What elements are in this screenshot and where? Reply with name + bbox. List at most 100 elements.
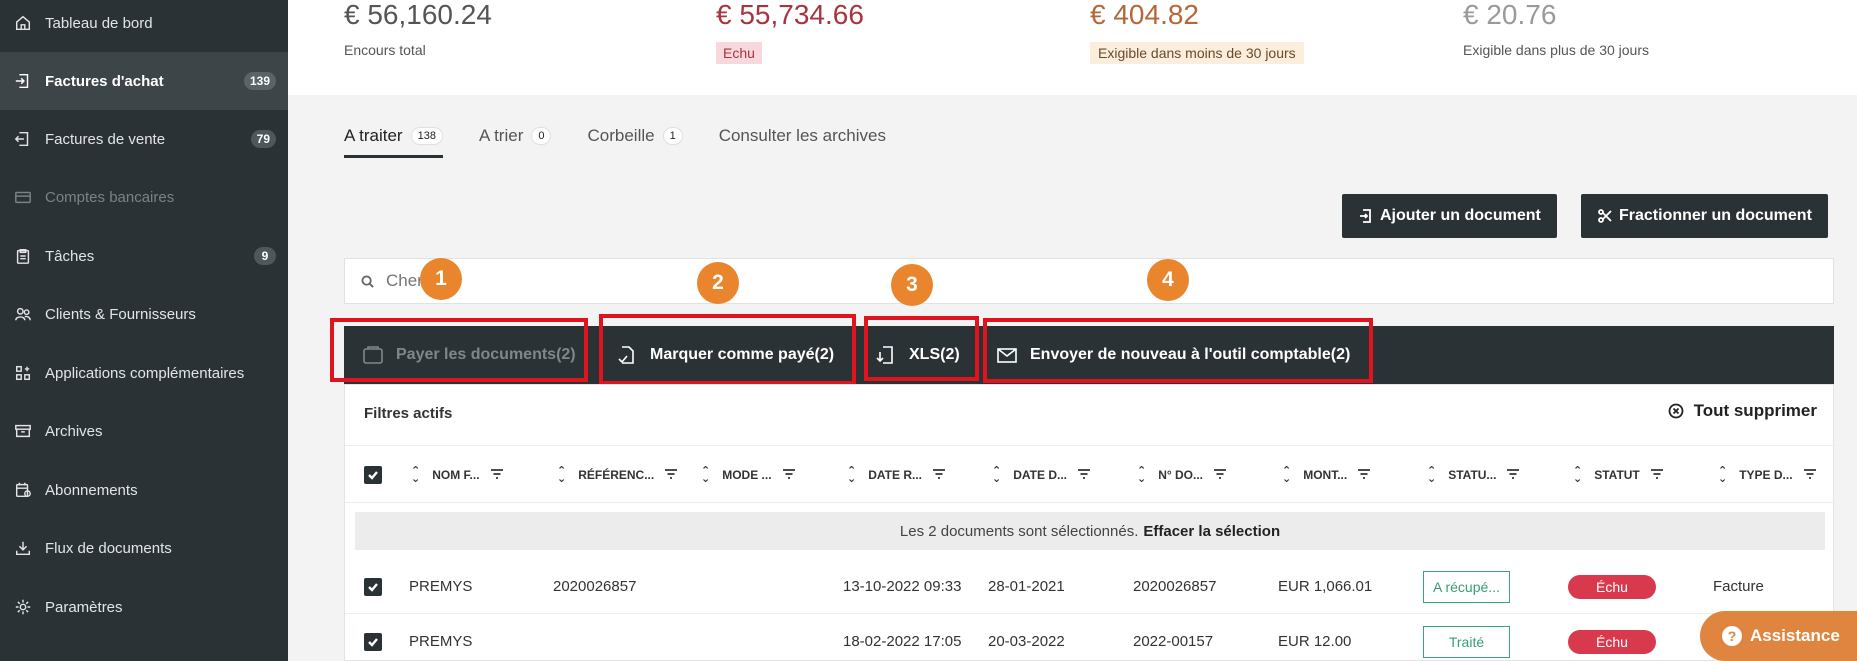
sort-icon[interactable]: ⌃ ⌄: [1573, 466, 1582, 485]
cell-name: PREMYS: [409, 633, 473, 650]
sidebar-item-purchase-invoices[interactable]: Factures d'achat 139: [0, 52, 288, 110]
annotation-marker: 1: [420, 258, 462, 300]
filter-icon[interactable]: [1803, 468, 1817, 483]
sidebar-item-label: Factures d'achat: [45, 72, 164, 90]
close-circle-icon: [1668, 403, 1683, 419]
kpi-overdue: € 55,734.66 Echu: [716, 0, 864, 64]
tab-to-process[interactable]: A traiter 138: [344, 120, 443, 158]
table-row[interactable]: PREMYS 2020026857 13-10-2022 09:33 28-01…: [345, 559, 1835, 614]
highlight-frame: [864, 316, 979, 381]
sidebar-item-settings[interactable]: Paramètres: [0, 578, 288, 636]
select-all-checkbox[interactable]: [364, 446, 382, 504]
filter-icon[interactable]: [664, 468, 678, 483]
tab-trash[interactable]: Corbeille 1: [587, 120, 683, 158]
annotation-marker: 2: [697, 262, 739, 304]
checkbox: [364, 632, 382, 651]
column-header[interactable]: ⌃ ⌄ NOM F...: [411, 446, 504, 504]
column-header[interactable]: ⌃ ⌄ MONT...: [1282, 446, 1371, 504]
tab-archives[interactable]: Consulter les archives: [719, 120, 886, 158]
sort-icon[interactable]: ⌃ ⌄: [557, 466, 566, 485]
archive-icon: [12, 420, 34, 442]
clear-selection-link[interactable]: Effacer la sélection: [1143, 523, 1280, 540]
home-icon: [12, 12, 34, 34]
card-icon: [12, 186, 34, 208]
sort-icon[interactable]: ⌃ ⌄: [411, 466, 420, 485]
column-label: RÉFÉRENC...: [578, 468, 655, 482]
filter-icon[interactable]: [1357, 468, 1371, 483]
row-checkbox[interactable]: [364, 614, 382, 661]
column-header[interactable]: ⌃ ⌄ DATE R...: [847, 446, 946, 504]
sidebar-item-sales-invoices[interactable]: Factures de vente 79: [0, 110, 288, 168]
calendar-icon: [12, 479, 34, 501]
download-icon: [12, 537, 34, 559]
table-row[interactable]: PREMYS 18-02-2022 17:05 20-03-2022 2022-…: [345, 614, 1835, 661]
tab-label: A traiter: [344, 126, 403, 145]
sidebar-item-archives[interactable]: Archives: [0, 402, 288, 460]
sort-icon[interactable]: ⌃ ⌄: [992, 466, 1001, 485]
clear-all-filters-button[interactable]: Tout supprimer: [1668, 401, 1817, 421]
sidebar-item-apps[interactable]: Applications complémentaires: [0, 344, 288, 402]
check-icon: [368, 471, 378, 480]
tab-count: 0: [531, 127, 552, 145]
filter-icon[interactable]: [1650, 468, 1664, 483]
filter-icon[interactable]: [1213, 468, 1227, 483]
filter-icon[interactable]: [782, 468, 796, 483]
cell-status-payment: Échu: [1568, 614, 1656, 661]
filter-icon[interactable]: [932, 468, 946, 483]
kpi-value: € 20.76: [1463, 0, 1557, 30]
sidebar-item-tasks[interactable]: Tâches 9: [0, 227, 288, 285]
sidebar-item-label: Applications complémentaires: [45, 364, 245, 382]
sidebar-item-subscriptions[interactable]: Abonnements: [0, 461, 288, 519]
kpi-label: Echu: [716, 42, 762, 64]
cell-status-processing: Traité: [1423, 614, 1510, 661]
cell-name: PREMYS: [409, 578, 473, 595]
column-header[interactable]: ⌃ ⌄ RÉFÉRENC...: [557, 446, 678, 504]
column-header[interactable]: ⌃ ⌄ STATU...: [1427, 446, 1520, 504]
sidebar-item-dashboard[interactable]: Tableau de bord: [0, 0, 288, 52]
users-icon: [12, 303, 34, 325]
selection-text: Les 2 documents sont sélectionnés.: [899, 522, 1139, 540]
filter-icon[interactable]: [1077, 468, 1091, 483]
kpi-summary: € 56,160.24 Encours total € 55,734.66 Ec…: [288, 0, 1857, 95]
add-document-button[interactable]: Ajouter un document: [1342, 194, 1557, 238]
cell-date-received: 18-02-2022 17:05: [843, 633, 962, 650]
sidebar-item-label: Tableau de bord: [45, 14, 153, 32]
highlight-frame: [599, 314, 856, 385]
tab-to-sort[interactable]: A trier 0: [479, 120, 552, 158]
cell-document-number: 2022-00157: [1133, 633, 1214, 650]
column-header[interactable]: ⌃ ⌄ MODE ...: [701, 446, 796, 504]
tab-label: A trier: [478, 126, 524, 145]
sidebar-item-bank-accounts[interactable]: Comptes bancaires: [0, 168, 288, 226]
column-header[interactable]: ⌃ ⌄ STATUT: [1573, 446, 1664, 504]
help-icon: ?: [1722, 626, 1742, 646]
column-label: TYPE D...: [1739, 468, 1793, 482]
column-header[interactable]: ⌃ ⌄ N° DO...: [1137, 446, 1227, 504]
column-header[interactable]: ⌃ ⌄ TYPE D...: [1718, 446, 1817, 504]
sort-icon[interactable]: ⌃ ⌄: [1282, 466, 1291, 485]
sort-icon[interactable]: ⌃ ⌄: [1137, 466, 1146, 485]
selection-banner: Les 2 documents sont sélectionnés. Effac…: [355, 512, 1825, 550]
annotation-marker: 4: [1147, 259, 1189, 301]
filter-icon[interactable]: [490, 468, 504, 483]
cell-status-payment: Échu: [1568, 559, 1656, 614]
sidebar-item-label: Factures de vente: [45, 130, 166, 148]
annotation-marker: 3: [891, 264, 933, 306]
highlight-frame: [983, 318, 1373, 383]
sidebar-item-document-flow[interactable]: Flux de documents: [0, 519, 288, 577]
row-checkbox[interactable]: [364, 559, 382, 614]
sort-icon[interactable]: ⌃ ⌄: [847, 466, 856, 485]
sort-icon[interactable]: ⌃ ⌄: [701, 466, 710, 485]
sidebar-item-clients-suppliers[interactable]: Clients & Fournisseurs: [0, 285, 288, 343]
clipboard-icon: [12, 245, 34, 267]
column-header[interactable]: ⌃ ⌄ DATE D...: [992, 446, 1091, 504]
count-badge: 9: [254, 247, 276, 265]
filter-icon[interactable]: [1506, 468, 1520, 483]
cell-reference: 2020026857: [553, 578, 637, 595]
split-document-button[interactable]: Fractionner un document: [1581, 194, 1828, 238]
kpi-label: Exigible dans plus de 30 jours: [1463, 42, 1650, 58]
assistance-button[interactable]: ? Assistance: [1700, 611, 1857, 661]
count-badge: 79: [250, 130, 276, 148]
sort-icon[interactable]: ⌃ ⌄: [1718, 466, 1727, 485]
export-icon: [12, 128, 34, 150]
sort-icon[interactable]: ⌃ ⌄: [1427, 466, 1436, 485]
